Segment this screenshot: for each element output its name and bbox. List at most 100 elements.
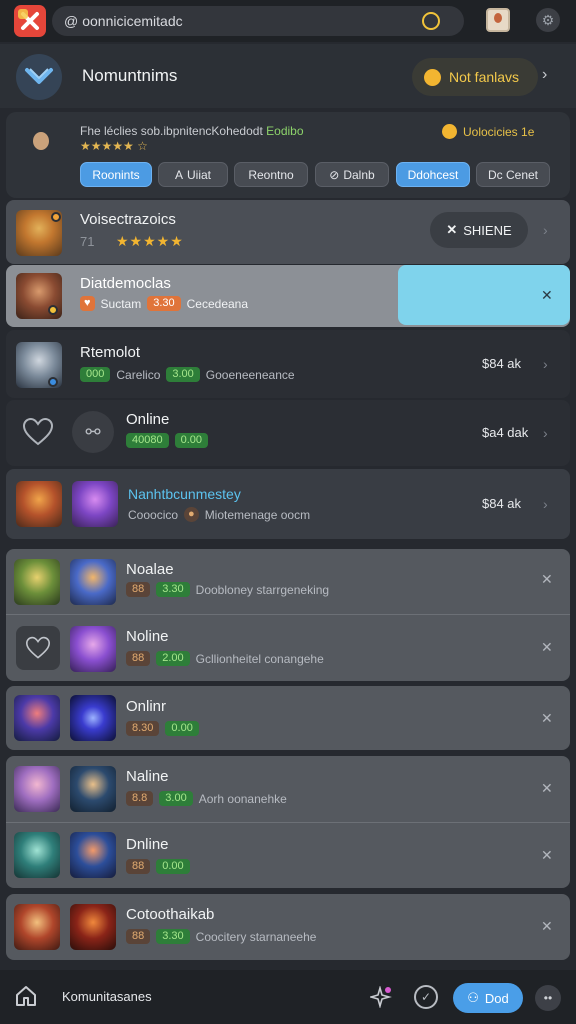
chip-4[interactable]: Ddohcest xyxy=(396,162,470,187)
row-tag-1: 8.8 xyxy=(126,791,154,806)
row-desc: Gcllionheitel conangehe xyxy=(195,651,324,666)
row-meta: Cooocico ● Miotemenage oocm xyxy=(128,507,310,522)
heart-tag-icon: ♥ xyxy=(80,296,95,311)
game-avatar xyxy=(14,904,60,950)
chevron-right-icon[interactable]: › xyxy=(542,66,547,84)
bottom-title: Komunitasanes xyxy=(62,989,152,1004)
close-icon[interactable]: ✕ xyxy=(541,639,553,656)
chip-3-label: Dalnb xyxy=(343,167,375,182)
page-title: Nomuntnims xyxy=(82,66,178,85)
row-label: Suctam xyxy=(100,296,142,311)
profile-avatar[interactable] xyxy=(486,8,510,32)
game-avatar xyxy=(14,695,60,741)
row-title: Voisectrazoics xyxy=(80,211,176,228)
row-title: Onlinr xyxy=(126,698,167,715)
check-circle-icon[interactable]: ✓ xyxy=(414,985,438,1009)
close-icon[interactable]: ✕ xyxy=(541,710,553,727)
heart-outline-icon[interactable] xyxy=(16,626,60,670)
clock-icon[interactable] xyxy=(422,12,440,30)
featured-badge[interactable]: Uolocicies 1e xyxy=(442,124,534,139)
game-avatar xyxy=(72,481,118,527)
x-logo-icon xyxy=(21,12,39,30)
row-desc: Doobloney starrgeneking xyxy=(195,582,330,597)
shine-label: SHIENE xyxy=(463,222,512,238)
chip-0[interactable]: Roonints xyxy=(80,162,152,187)
filter-label: Not fanlavs xyxy=(449,69,520,85)
row-meta: 88 0.00 xyxy=(126,859,190,874)
url-prefix: @ xyxy=(64,13,79,29)
chevron-right-icon[interactable]: › xyxy=(543,425,548,441)
row-price: $84 ak xyxy=(482,356,522,371)
smiley-icon xyxy=(442,124,457,139)
chevron-right-icon[interactable]: › xyxy=(543,356,548,372)
row-desc: Coocitery starnaneehe xyxy=(195,929,317,944)
shine-button[interactable]: ✕ SHIENE xyxy=(430,212,528,248)
game-avatar xyxy=(70,766,116,812)
game-avatar xyxy=(14,766,60,812)
chip-3[interactable]: ⊘ Dalnb xyxy=(315,162,389,187)
chip-1[interactable]: A Uiiat xyxy=(158,162,228,187)
featured-badge-label: Uolocicies 1e xyxy=(463,124,535,139)
more-icon[interactable]: •• xyxy=(535,985,561,1011)
chevron-right-icon[interactable]: › xyxy=(543,222,548,238)
row-desc: Miotemenage oocm xyxy=(204,507,311,522)
row-title: Diatdemoclas xyxy=(80,275,171,292)
home-icon[interactable] xyxy=(14,984,38,1008)
row-title: Dnline xyxy=(126,836,169,853)
app-logo[interactable] xyxy=(14,5,46,37)
filter-pill[interactable]: Not fanlavs xyxy=(412,58,538,96)
row-title: Nanhtbcunmestey xyxy=(128,486,241,502)
row-tag-2: 0.00 xyxy=(174,433,209,448)
row-title: Cotoothaikab xyxy=(126,906,215,923)
chip-1-label: Uiiat xyxy=(187,167,212,182)
row-tag-2: 3.00 xyxy=(159,791,193,806)
do-button[interactable]: ⚇ Dod xyxy=(453,983,523,1013)
game-avatar xyxy=(14,832,60,878)
row-tag-2: 3.00 xyxy=(166,367,200,382)
row-desc: Cecedeana xyxy=(186,296,249,311)
row-meta: 88 3.30 Doobloney starrgeneking xyxy=(126,582,329,597)
game-avatar xyxy=(16,481,62,527)
url-bar[interactable]: @ oonnicicemitadc xyxy=(52,6,464,36)
url-text: oonnicicemitadc xyxy=(82,13,183,29)
chip-5[interactable]: Dc Cenet xyxy=(476,162,550,187)
close-icon[interactable]: ✕ xyxy=(541,780,553,797)
heart-outline-icon[interactable] xyxy=(22,417,54,452)
coin-icon: ● xyxy=(184,507,199,522)
row-tag-1: 88 xyxy=(126,651,151,666)
settings-gear-icon[interactable]: ⚙ xyxy=(536,8,560,32)
game-avatar xyxy=(14,559,60,605)
person-icon: ⚇ xyxy=(467,990,479,1005)
link-icon[interactable]: ⚯ xyxy=(72,411,114,453)
row-tag-1: 88 xyxy=(126,859,151,874)
row-tag-2: 0.00 xyxy=(156,859,190,874)
close-icon[interactable]: ✕ xyxy=(541,918,553,935)
chevron-right-icon[interactable]: › xyxy=(543,496,548,512)
row-title: Noalae xyxy=(126,561,174,578)
row-tag-1: 88 xyxy=(126,582,151,597)
row-title: Noline xyxy=(126,628,169,645)
row-tag-1: 88 xyxy=(126,929,151,944)
featured-thumbnail[interactable] xyxy=(16,124,68,180)
featured-description: Fhe léclies sob.ibpnitencKohedodt Eodibo xyxy=(80,124,350,138)
close-icon[interactable]: ✕ xyxy=(541,847,553,864)
divider xyxy=(6,822,570,823)
row-meta: ♥ Suctam 3.30 Cecedeana xyxy=(80,296,248,311)
row-tag-2: 3.30 xyxy=(156,582,190,597)
sparkle-icon[interactable] xyxy=(368,985,392,1009)
game-avatar xyxy=(70,832,116,878)
row-tag-1: 000 xyxy=(80,367,111,382)
status-dot xyxy=(48,377,58,387)
brand-chevron-icon[interactable] xyxy=(16,54,62,100)
row-meta: 8.8 3.00 Aorh oonanehke xyxy=(126,791,287,806)
row-desc: Gooeneeneance xyxy=(205,367,295,382)
close-icon[interactable]: ✕ xyxy=(541,287,553,304)
divider xyxy=(6,614,570,615)
row-tag-1: 8.30 xyxy=(126,721,160,736)
close-icon[interactable]: ✕ xyxy=(541,571,553,588)
row-meta: 88 3.30 Coocitery starnaneehe xyxy=(126,929,316,944)
chip-2[interactable]: Reontno xyxy=(234,162,308,187)
row-title: Online xyxy=(126,411,170,428)
status-dot xyxy=(51,212,61,222)
row-meta: 000 Carelico 3.00 Gooeneeneance xyxy=(80,367,295,382)
